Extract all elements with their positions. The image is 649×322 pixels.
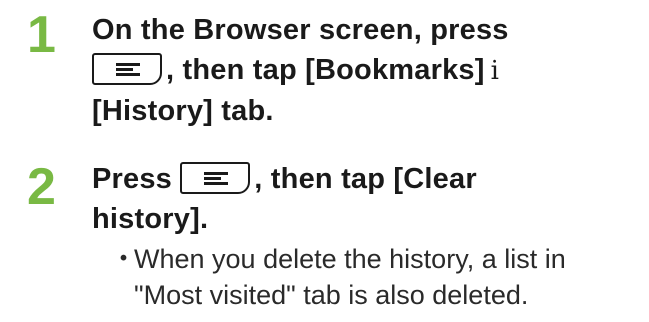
instruction-line: Press , then tap [Clear [92,159,642,199]
bullet-dot: ・ [110,244,137,274]
menu-key-icon [92,53,162,85]
arrow-glyph: i [490,56,500,86]
instruction-line: On the Browser screen, press [92,14,509,46]
step-number: 1 [27,6,56,64]
step-number: 2 [27,158,56,216]
menu-key-icon [180,162,251,194]
instruction-text: , then tap [Bookmarks] [166,54,485,86]
note-bullet: ・ When you delete the history, a list in… [110,241,640,313]
instruction-text: , then tap [Clear [254,163,477,195]
instruction-text: Press [92,163,173,195]
note-line: When you delete the history, a list in [134,244,566,274]
instruction-line: , then tap [Bookmarks] i [92,50,642,91]
instruction-line: [History] tab. [92,95,274,127]
step-instruction: On the Browser screen, press , then tap … [92,10,642,131]
note-line: "Most visited" tab is also deleted. [134,280,529,310]
step-instruction: Press , then tap [Clear history]. [92,159,642,239]
instruction-line: history]. [92,203,209,235]
